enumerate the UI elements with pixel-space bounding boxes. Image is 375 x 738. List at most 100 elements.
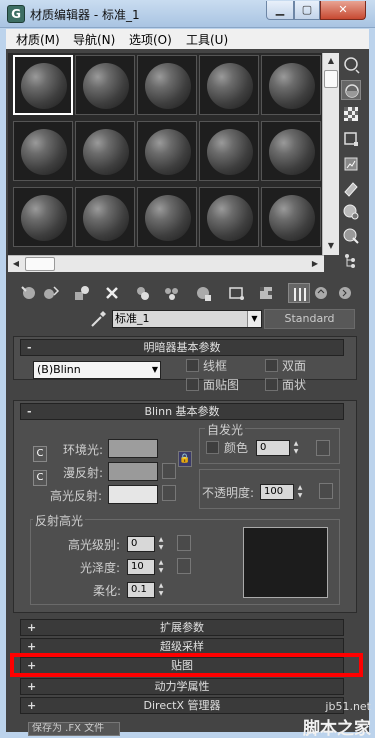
show-map-in-viewport-icon[interactable] xyxy=(256,283,278,303)
material-name-text: 标准_1 xyxy=(115,312,150,325)
sample-slot[interactable] xyxy=(261,55,321,115)
scroll-right-icon[interactable]: ▶ xyxy=(307,256,323,272)
diffuse-map-button[interactable] xyxy=(162,463,176,479)
material-name-field[interactable]: 标准_1 ▼ xyxy=(112,310,262,328)
specular-color-swatch[interactable] xyxy=(108,485,158,504)
maximize-button[interactable]: ▢ xyxy=(294,1,320,20)
material-id-channel-icon[interactable] xyxy=(226,283,248,303)
video-color-check-icon[interactable] xyxy=(341,154,361,174)
material-sphere-preview xyxy=(207,63,253,109)
background-checker-icon[interactable] xyxy=(341,104,361,124)
self-illum-color-label: 颜色 xyxy=(224,441,249,455)
opacity-map-button[interactable] xyxy=(319,483,333,499)
sample-slot[interactable] xyxy=(13,121,73,181)
sample-slot[interactable] xyxy=(137,121,197,181)
ambient-diffuse-lock-button[interactable]: C xyxy=(33,446,47,462)
scroll-left-icon[interactable]: ◀ xyxy=(8,256,24,272)
sample-slot[interactable] xyxy=(261,121,321,181)
scroll-up-icon[interactable]: ▲ xyxy=(323,53,339,69)
sample-slot[interactable] xyxy=(75,55,135,115)
material-type-button[interactable]: Standard xyxy=(264,309,355,329)
sample-slot[interactable] xyxy=(199,121,259,181)
reset-map-icon[interactable] xyxy=(101,283,123,303)
ambient-color-swatch[interactable] xyxy=(108,439,158,458)
minimize-button[interactable]: ▁ xyxy=(266,1,294,20)
material-sphere-preview xyxy=(145,195,191,241)
slots-vertical-scrollbar[interactable]: ▲ ▼ xyxy=(322,53,339,255)
scroll-down-icon[interactable]: ▼ xyxy=(323,238,339,254)
two-sided-checkbox[interactable] xyxy=(265,359,278,372)
extended-params-rollout-header[interactable]: + 扩展参数 xyxy=(20,619,344,636)
lock-icon[interactable]: 🔒 xyxy=(178,451,192,467)
sample-slot[interactable] xyxy=(137,55,197,115)
material-map-navigator-icon[interactable] xyxy=(341,250,361,270)
sample-slot[interactable] xyxy=(261,187,321,247)
save-fx-file-button[interactable]: 保存为 .FX 文件 xyxy=(28,722,120,736)
menu-material[interactable]: 材质(M) xyxy=(16,31,60,48)
assign-to-selection-icon[interactable] xyxy=(70,283,92,303)
slots-horizontal-scrollbar[interactable]: ◀ ▶ xyxy=(8,255,324,272)
shader-rollout-header[interactable]: - 明暗器基本参数 xyxy=(20,339,344,356)
glossiness-map-button[interactable] xyxy=(177,558,191,574)
watermark-url: jb51.net xyxy=(325,700,371,713)
hscroll-thumb[interactable] xyxy=(25,257,55,271)
menu-tools[interactable]: 工具(U) xyxy=(186,31,228,48)
opacity-value-field[interactable]: 100 xyxy=(260,484,294,500)
directx-manager-rollout-header[interactable]: + DirectX 管理器 xyxy=(20,697,344,714)
glossiness-field[interactable]: 10 xyxy=(127,559,155,575)
directx-manager-rollout-title: DirectX 管理器 xyxy=(143,699,221,712)
self-illum-color-checkbox[interactable] xyxy=(206,441,219,454)
scroll-thumb[interactable] xyxy=(324,70,338,88)
face-map-label: 面贴图 xyxy=(203,378,240,392)
spinner-arrows-icon[interactable]: ▲ ▼ xyxy=(156,536,166,552)
faceted-label: 面状 xyxy=(282,378,307,392)
options-icon[interactable] xyxy=(341,202,361,222)
sample-slot[interactable] xyxy=(75,187,135,247)
title-bar[interactable]: G 材质编辑器 - 标准_1 ▁ ▢ ✕ xyxy=(0,0,375,28)
pick-material-eyedropper-icon[interactable] xyxy=(89,309,107,329)
close-button[interactable]: ✕ xyxy=(320,1,366,20)
blinn-rollout-header[interactable]: - Blinn 基本参数 xyxy=(20,403,344,420)
specular-map-button[interactable] xyxy=(162,485,176,501)
wire-checkbox[interactable] xyxy=(186,359,199,372)
material-sphere-preview xyxy=(21,63,67,109)
menu-navigation[interactable]: 导航(N) xyxy=(73,31,115,48)
put-to-library-icon[interactable] xyxy=(193,283,215,303)
soften-field[interactable]: 0.1 xyxy=(127,582,155,598)
put-to-scene-icon[interactable] xyxy=(40,283,62,303)
show-end-result-icon[interactable] xyxy=(288,283,310,303)
spec-level-field[interactable]: 0 xyxy=(127,536,155,552)
sample-type-icon[interactable] xyxy=(341,55,361,75)
sample-slot[interactable] xyxy=(199,187,259,247)
diffuse-specular-lock-button[interactable]: C xyxy=(33,470,47,486)
shader-type-dropdown[interactable]: (B)Blinn ▼ xyxy=(33,361,161,379)
select-by-material-icon[interactable] xyxy=(341,226,361,246)
menu-options[interactable]: 选项(O) xyxy=(129,31,172,48)
sample-slot[interactable] xyxy=(137,187,197,247)
make-preview-icon[interactable] xyxy=(341,178,361,198)
dynamics-properties-rollout-header[interactable]: + 动力学属性 xyxy=(20,678,344,695)
spinner-arrows-icon[interactable]: ▲ ▼ xyxy=(156,582,166,598)
diffuse-color-swatch[interactable] xyxy=(108,462,158,481)
go-forward-to-sibling-icon[interactable] xyxy=(334,283,356,303)
sample-slot[interactable] xyxy=(75,121,135,181)
chevron-down-icon[interactable]: ▼ xyxy=(247,311,261,327)
sample-slot[interactable] xyxy=(13,187,73,247)
self-illum-value-field[interactable]: 0 xyxy=(256,440,290,456)
glossiness-label: 光泽度: xyxy=(80,561,121,575)
backlight-icon[interactable] xyxy=(341,80,361,100)
go-to-parent-icon[interactable] xyxy=(310,283,332,303)
copy-material-icon[interactable] xyxy=(132,283,154,303)
spinner-arrows-icon[interactable]: ▲ ▼ xyxy=(291,440,301,456)
spec-level-map-button[interactable] xyxy=(177,535,191,551)
spinner-arrows-icon[interactable]: ▲ ▼ xyxy=(156,559,166,575)
sample-slot[interactable] xyxy=(13,55,73,115)
make-unique-icon[interactable] xyxy=(161,283,183,303)
uv-tiling-icon[interactable] xyxy=(341,129,361,149)
spinner-arrows-icon[interactable]: ▲ ▼ xyxy=(295,484,305,500)
self-illum-map-button[interactable] xyxy=(316,440,330,456)
get-material-icon[interactable] xyxy=(18,283,40,303)
face-map-checkbox[interactable] xyxy=(186,378,199,391)
sample-slot[interactable] xyxy=(199,55,259,115)
faceted-checkbox[interactable] xyxy=(265,378,278,391)
